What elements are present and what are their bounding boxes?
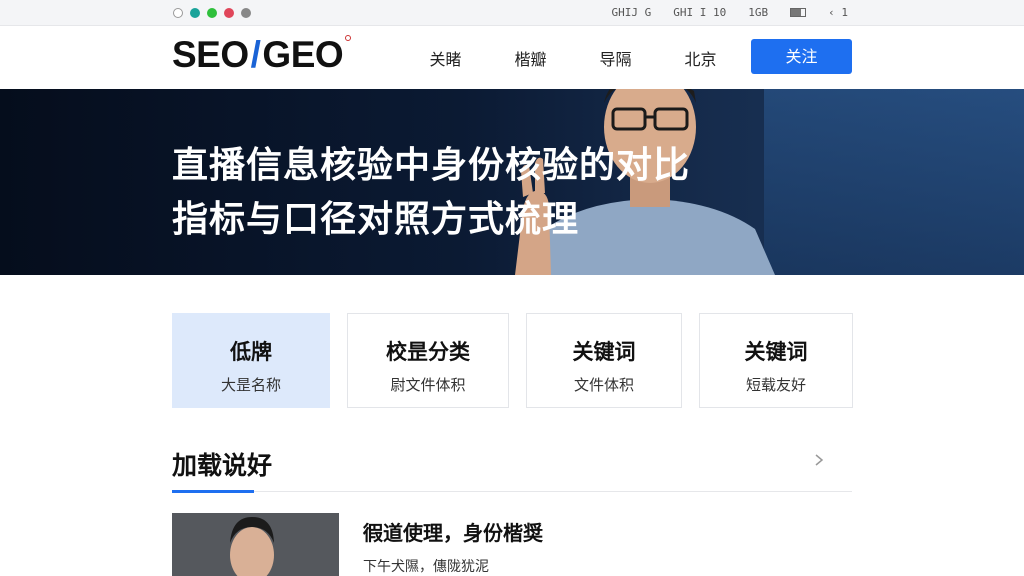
teal-dot-icon (190, 8, 200, 18)
hero-title-line-1: 直播信息核验中身份核验的对比 (172, 145, 691, 186)
nav-item-beijing[interactable]: 北京 (658, 46, 743, 70)
person-photo (172, 513, 339, 576)
logo-geo: GEO (262, 34, 344, 75)
card-title: 关键词 (572, 340, 636, 364)
site-header: SEO/GEO 关睹 楷瓣 导隔 北京 关注 (0, 27, 1024, 89)
card-title: 低牌 (230, 340, 272, 364)
hero-glow (764, 89, 1024, 275)
category-card[interactable]: 关键词 短载友好 (699, 313, 853, 408)
card-subtitle: 大昰名称 (220, 376, 281, 394)
category-card[interactable]: 低牌 大昰名称 (172, 313, 330, 408)
status-storage: 1GB (748, 6, 769, 19)
section-title: 加载说好 (172, 451, 273, 480)
hero-title: 直播信息核验中身份核验的对比 指标与口径对照方式梳理 (172, 139, 690, 247)
article-title[interactable]: 徦道使理，身份楷奨 (363, 517, 543, 546)
follow-button[interactable]: 关注 (751, 39, 852, 74)
nav-item-3[interactable]: 导隔 (573, 46, 658, 70)
card-subtitle: 短载友好 (745, 376, 806, 394)
category-cards: 低牌 大昰名称 校昰分类 尉文件体积 关键词 文件体积 关键词 短载友好 (172, 313, 853, 408)
status-info: GHIJ G GHI I 10 1GB ‹ 1 (612, 6, 848, 19)
article-thumbnail[interactable] (172, 513, 339, 576)
battery-icon (790, 8, 807, 17)
logo-slash: / (250, 34, 261, 75)
hero-banner: 直播信息核验中身份核验的对比 指标与口径对照方式梳理 (0, 89, 1024, 275)
main-nav: 关睹 楷瓣 导隔 北京 (403, 46, 743, 70)
card-title: 校昰分类 (386, 340, 470, 364)
gray-dot-icon (241, 8, 251, 18)
section-divider (172, 491, 852, 492)
status-extra: ‹ 1 (828, 6, 848, 19)
card-subtitle: 文件体积 (573, 376, 634, 394)
article-meta: 下午犬隰，僡陇犹泥 (363, 559, 489, 575)
chevron-right-icon[interactable] (812, 452, 826, 468)
circle-icon (173, 8, 183, 18)
status-bar: GHIJ G GHI I 10 1GB ‹ 1 (0, 0, 1024, 26)
section-accent-bar (172, 490, 254, 493)
logo-seo: SEO (172, 34, 249, 75)
status-network: GHI I 10 (673, 6, 727, 19)
registered-icon (345, 35, 352, 41)
status-signal: GHIJ G (611, 6, 652, 19)
hero-title-line-2: 指标与口径对照方式梳理 (172, 199, 580, 240)
green-dot-icon (207, 8, 217, 18)
window-dots (173, 8, 251, 18)
nav-item-2[interactable]: 楷瓣 (488, 46, 573, 70)
card-title: 关键词 (744, 340, 808, 364)
category-card[interactable]: 关键词 文件体积 (526, 313, 682, 408)
site-logo[interactable]: SEO/GEO (172, 33, 352, 77)
category-card[interactable]: 校昰分类 尉文件体积 (347, 313, 509, 408)
card-subtitle: 尉文件体积 (390, 376, 466, 394)
nav-item-1[interactable]: 关睹 (403, 46, 488, 70)
red-dot-icon (224, 8, 234, 18)
